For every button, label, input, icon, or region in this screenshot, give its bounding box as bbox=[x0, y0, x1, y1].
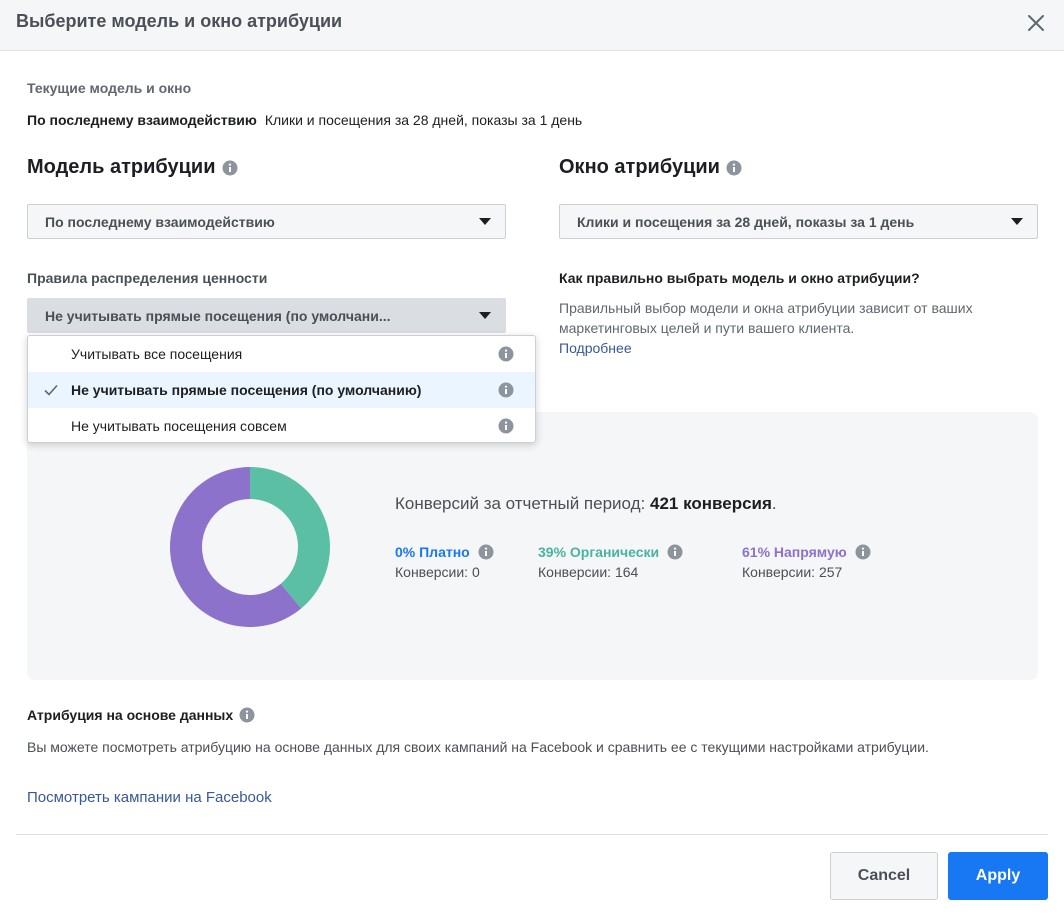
stat-direct-name: 61% Напрямую bbox=[742, 544, 871, 560]
info-icon[interactable] bbox=[222, 160, 238, 176]
conversion-total-value: 421 конверсия bbox=[649, 494, 772, 513]
current-settings: По последнему взаимодействию Клики и посе… bbox=[27, 112, 582, 128]
stat-organic-label: 39% Органически bbox=[538, 544, 660, 560]
stat-paid-value: Конверсии: 0 bbox=[395, 564, 480, 580]
info-icon[interactable] bbox=[498, 346, 514, 362]
rules-option-exclude-direct[interactable]: Не учитывать прямые посещения (по умолча… bbox=[28, 372, 535, 408]
stat-paid-name: 0% Платно bbox=[395, 544, 494, 560]
rules-label: Правила распределения ценности bbox=[27, 270, 268, 286]
data-driven-title-text: Атрибуция на основе данных bbox=[27, 707, 234, 723]
footer-divider bbox=[16, 834, 1048, 835]
rules-select-value: Не учитывать прямые посещения (по умолча… bbox=[45, 307, 391, 324]
help-title: Как правильно выбрать модель и окно атри… bbox=[559, 270, 920, 286]
info-icon[interactable] bbox=[239, 707, 255, 723]
rules-option-all-visits[interactable]: Учитывать все посещения bbox=[28, 336, 535, 372]
stat-organic-value: Конверсии: 164 bbox=[538, 564, 639, 580]
conversion-total-prefix: Конверсий за отчетный период: bbox=[395, 494, 646, 513]
data-driven-title: Атрибуция на основе данных bbox=[27, 707, 255, 723]
data-driven-description: Вы можете посмотреть атрибуцию на основе… bbox=[27, 739, 929, 755]
model-heading: Модель атрибуции bbox=[27, 156, 238, 179]
rules-option-label: Учитывать все посещения bbox=[71, 346, 243, 362]
info-icon[interactable] bbox=[855, 544, 871, 560]
window-select[interactable]: Клики и посещения за 28 дней, показы за … bbox=[559, 204, 1038, 239]
window-heading: Окно атрибуции bbox=[559, 156, 742, 179]
conversion-total: Конверсий за отчетный период: 421 конвер… bbox=[395, 494, 777, 514]
conversion-total-suffix: . bbox=[771, 494, 777, 513]
stat-paid: 0% Платно Конверсии: 0 bbox=[395, 544, 494, 580]
rules-option-exclude-all[interactable]: Не учитывать посещения совсем bbox=[28, 408, 535, 444]
cancel-button[interactable]: Cancel bbox=[830, 852, 938, 900]
info-icon[interactable] bbox=[667, 544, 683, 560]
check-icon bbox=[44, 384, 58, 396]
window-heading-text: Окно атрибуции bbox=[559, 156, 720, 178]
stat-direct: 61% Напрямую Конверсии: 257 bbox=[742, 544, 871, 580]
conversion-summary-panel: Конверсий за отчетный период: 421 конвер… bbox=[27, 412, 1038, 680]
stat-paid-label: 0% Платно bbox=[395, 544, 470, 560]
current-label: Текущие модель и окно bbox=[27, 80, 192, 96]
help-text: Правильный выбор модели и окна атрибуции… bbox=[559, 300, 973, 336]
chevron-down-icon bbox=[479, 218, 491, 225]
stat-organic-name: 39% Органически bbox=[538, 544, 683, 560]
info-icon[interactable] bbox=[726, 160, 742, 176]
info-icon[interactable] bbox=[478, 544, 494, 560]
model-select[interactable]: По последнему взаимодействию bbox=[27, 204, 506, 239]
view-facebook-campaigns-link[interactable]: Посмотреть кампании на Facebook bbox=[27, 789, 272, 806]
conversion-donut-chart bbox=[170, 467, 330, 627]
rules-option-label: Не учитывать посещения совсем bbox=[71, 418, 287, 434]
dialog-header: Выберите модель и окно атрибуции bbox=[0, 0, 1064, 51]
stat-direct-value: Конверсии: 257 bbox=[742, 564, 843, 580]
current-window: Клики и посещения за 28 дней, показы за … bbox=[264, 112, 583, 128]
stat-direct-label: 61% Напрямую bbox=[742, 544, 847, 560]
info-icon[interactable] bbox=[498, 418, 514, 434]
chevron-down-icon bbox=[479, 312, 491, 319]
donut-slice-Органически bbox=[250, 467, 330, 609]
window-select-value: Клики и посещения за 28 дней, показы за … bbox=[577, 213, 915, 230]
model-heading-text: Модель атрибуции bbox=[27, 156, 216, 178]
rules-option-label: Не учитывать прямые посещения (по умолча… bbox=[71, 382, 422, 398]
info-icon[interactable] bbox=[498, 382, 514, 398]
learn-more-link[interactable]: Подробнее bbox=[559, 340, 632, 356]
stat-organic: 39% Органически Конверсии: 164 bbox=[538, 544, 683, 580]
model-select-value: По последнему взаимодействию bbox=[45, 213, 275, 230]
close-icon[interactable] bbox=[1024, 11, 1048, 35]
apply-button[interactable]: Apply bbox=[948, 852, 1048, 900]
dialog-title: Выберите модель и окно атрибуции bbox=[16, 11, 343, 31]
rules-select[interactable]: Не учитывать прямые посещения (по умолча… bbox=[27, 298, 506, 333]
chevron-down-icon bbox=[1011, 218, 1023, 225]
current-model: По последнему взаимодействию bbox=[27, 112, 257, 128]
rules-dropdown-menu: Учитывать все посещения Не учитывать пря… bbox=[27, 335, 536, 443]
